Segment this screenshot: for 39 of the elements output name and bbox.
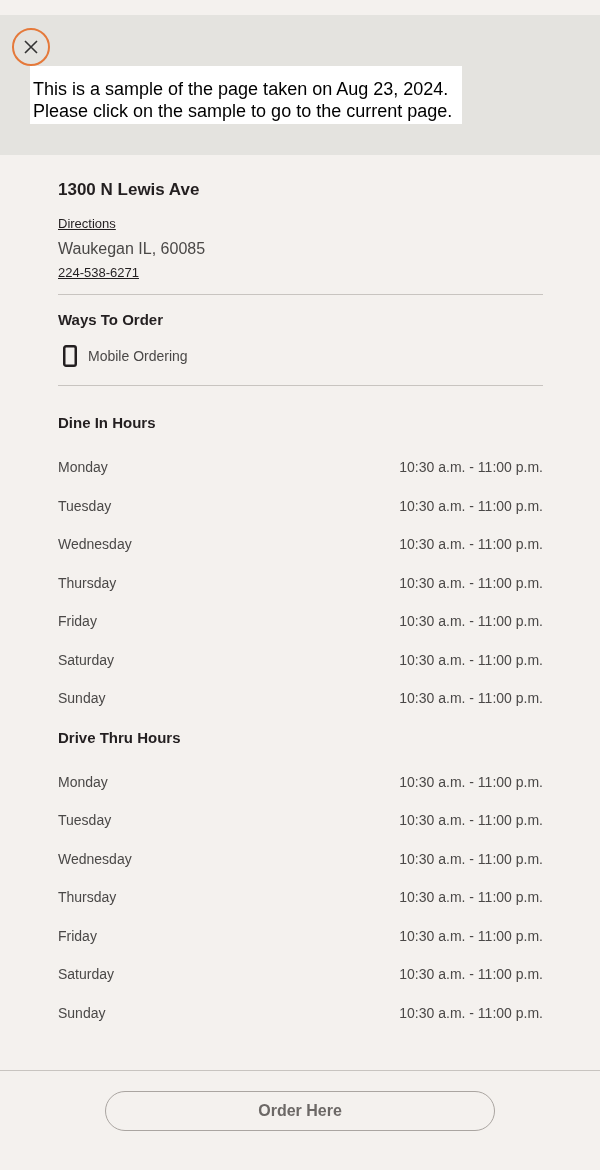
hours-text: 10:30 a.m. - 11:00 p.m. [399,965,543,985]
hours-text: 10:30 a.m. - 11:00 p.m. [399,849,543,869]
smartphone-icon [63,345,77,367]
hours-text: 10:30 a.m. - 11:00 p.m. [399,926,543,946]
sample-notice[interactable]: This is a sample of the page taken on Aug 23, 2024. Please click on the sample to go to the current page. [30,66,463,124]
hours-text: 10:30 a.m. - 11:00 p.m. [399,612,543,632]
section-heading: Drive Thru Hours [58,727,182,748]
order-method-label: Mobile Ordering [88,348,188,364]
day-label: Saturday [58,650,115,670]
hours-text: 10:30 a.m. - 11:00 p.m. [399,573,543,593]
close-icon [24,40,38,54]
day-label: Wednesday [58,535,132,555]
hours-text: 10:30 a.m. - 11:00 p.m. [399,1003,543,1023]
day-label: Saturday [58,965,115,985]
city-line: Waukegan IL, 60085 [58,239,207,259]
day-label: Tuesday [58,811,112,831]
hours-text: 10:30 a.m. - 11:00 p.m. [399,772,543,792]
day-label: Wednesday [58,849,132,869]
hours-text: 10:30 a.m. - 11:00 p.m. [399,811,543,831]
hours-text: 10:30 a.m. - 11:00 p.m. [399,888,543,908]
hours-text: 10:30 a.m. - 11:00 p.m. [399,496,543,516]
day-label: Sunday [58,1003,106,1023]
day-label: Monday [58,772,108,792]
hours-text: 10:30 a.m. - 11:00 p.m. [399,458,543,478]
day-label: Sunday [58,689,106,709]
directions-link[interactable]: Directions [58,215,116,233]
hours-text: 10:30 a.m. - 11:00 p.m. [399,689,543,709]
hours-text: 10:30 a.m. - 11:00 p.m. [399,535,543,555]
phone-link[interactable]: 224-538-6271 [58,264,139,282]
day-label: Thursday [58,888,117,908]
store-address: 1300 N Lewis Ave [58,179,201,201]
day-label: Friday [58,926,97,946]
section-heading: Dine In Hours [58,413,157,433]
day-label: Monday [58,458,108,478]
section-heading: Ways To Order [58,310,165,330]
hours-text: 10:30 a.m. - 11:00 p.m. [399,650,543,670]
day-label: Tuesday [58,496,112,516]
day-label: Friday [58,612,97,632]
day-label: Thursday [58,573,117,593]
